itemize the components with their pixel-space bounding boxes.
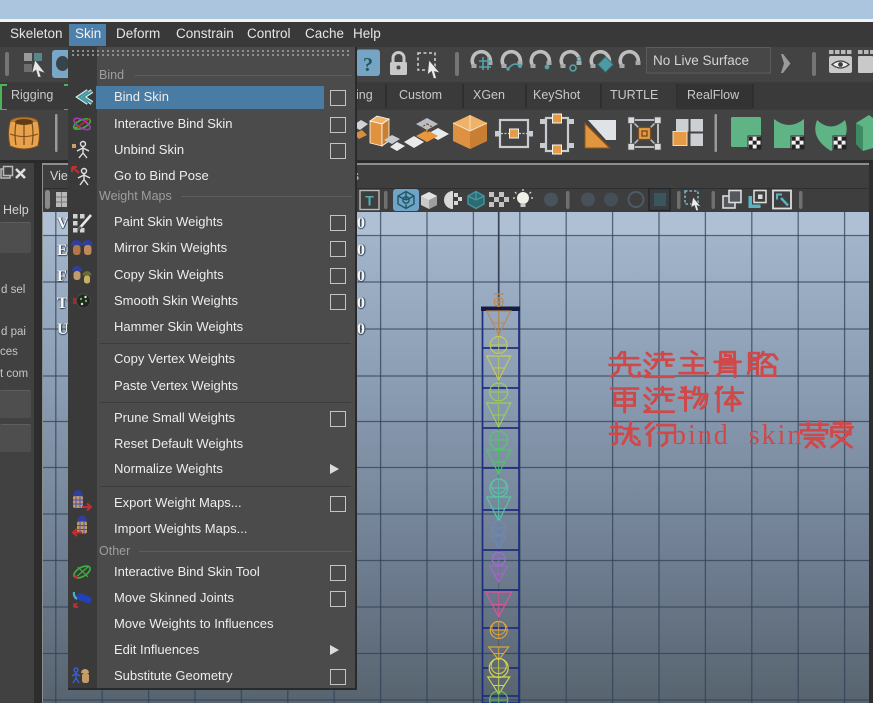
svg-text:bind skin: bind skin [672, 420, 803, 451]
svg-text:?: ? [363, 54, 373, 76]
svg-text:T: T [365, 193, 374, 209]
svg-text:No Live Surface: No Live Surface [653, 53, 749, 68]
